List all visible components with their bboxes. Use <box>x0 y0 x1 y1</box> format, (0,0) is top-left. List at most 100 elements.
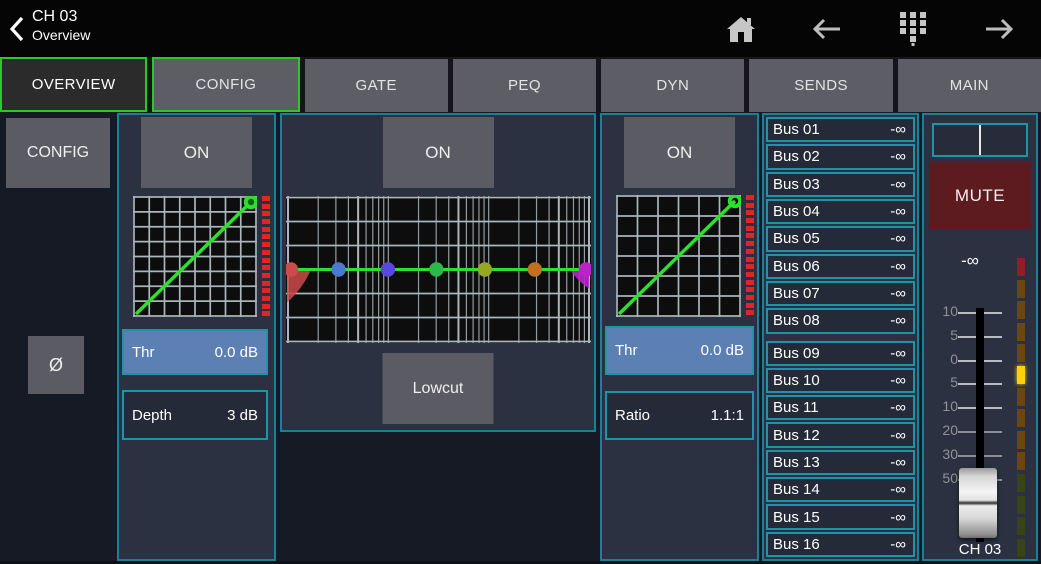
bus-name: Bus 02 <box>773 148 820 165</box>
fader-scale-label: 5 <box>927 374 958 390</box>
bus-row-12[interactable]: Bus 12 -∞ <box>766 422 915 447</box>
bus-row-3[interactable]: Bus 03-∞ <box>766 172 915 197</box>
bus-name: Bus 01 <box>773 121 820 138</box>
tab-overview[interactable]: OVERVIEW <box>0 57 147 112</box>
bus-level: -∞ <box>890 427 906 444</box>
bus-row-13[interactable]: Bus 13 -∞ <box>766 450 915 475</box>
keypad-button[interactable] <box>896 12 930 46</box>
bus-name: Bus 14 <box>773 481 820 498</box>
gate-reduction-meter <box>262 196 270 319</box>
peq-on-button[interactable]: ON <box>383 117 494 188</box>
home-icon <box>725 13 757 45</box>
pan-center-indicator <box>979 125 981 155</box>
config-button[interactable]: CONFIG <box>6 118 110 188</box>
main-panel: MUTE -∞ 1050510203050 CH 03 <box>922 113 1038 561</box>
dyn-panel[interactable]: ON Thr 0.0 dB Ratio 1.1:1 <box>600 113 759 561</box>
bus-level: -∞ <box>890 454 906 471</box>
tab-bar: OVERVIEWCONFIGGATEPEQDYNSENDSMAIN <box>0 57 1041 112</box>
lowcut-button[interactable]: Lowcut <box>383 353 494 424</box>
dyn-threshold-label: Thr <box>615 342 638 359</box>
peq-panel[interactable]: ON Lowcut <box>280 113 596 432</box>
home-button[interactable] <box>724 12 758 46</box>
tab-sends[interactable]: SENDS <box>749 59 892 112</box>
bus-name: Bus 12 <box>773 427 820 444</box>
dyn-threshold-value: 0.0 dB <box>701 342 744 359</box>
bus-row-2[interactable]: Bus 02 -∞ <box>766 144 915 169</box>
bus-row-15[interactable]: Bus 15 -∞ <box>766 504 915 529</box>
bus-row-16[interactable]: Bus 16-∞ <box>766 532 915 557</box>
bus-name: Bus 16 <box>773 536 820 553</box>
dyn-graph[interactable] <box>616 195 741 317</box>
bus-name: Bus 06 <box>773 258 820 275</box>
gate-threshold-label: Thr <box>132 344 155 361</box>
fader-scale-label: 0 <box>927 351 958 367</box>
sends-panel: Bus 01-∞Bus 02-∞Bus 03-∞Bus 04-∞Bus 05-∞… <box>762 113 919 561</box>
fader-scale-label: 30 <box>927 446 958 462</box>
bus-row-6[interactable]: Bus 06 -∞ <box>766 254 915 279</box>
bus-level: -∞ <box>890 258 906 275</box>
bus-name: Bus 15 <box>773 509 820 526</box>
nav-forward-button[interactable] <box>982 12 1016 46</box>
channel-title: CH 03 <box>32 7 90 27</box>
bus-name: Bus 08 <box>773 312 820 329</box>
bus-level: -∞ <box>890 345 906 362</box>
fader-scale-label: 20 <box>927 422 958 438</box>
bus-level: -∞ <box>890 372 906 389</box>
bus-row-8[interactable]: Bus 08 -∞ <box>766 308 915 333</box>
bus-level: -∞ <box>890 121 906 138</box>
bus-level: -∞ <box>890 230 906 247</box>
tab-dyn[interactable]: DYN <box>601 59 744 112</box>
nav-back-button[interactable] <box>810 12 844 46</box>
arrow-left-icon <box>811 17 843 41</box>
bus-row-10[interactable]: Bus 10-∞ <box>766 368 915 393</box>
mute-button[interactable]: MUTE <box>929 162 1031 229</box>
arrow-right-icon <box>983 17 1015 41</box>
fader-scale-label: 10 <box>927 303 958 319</box>
back-chevron-icon <box>9 16 25 42</box>
config-column: CONFIG Ø <box>0 112 116 561</box>
bus-row-1[interactable]: Bus 01 -∞ <box>766 117 915 142</box>
bus-row-7[interactable]: Bus 07-∞ <box>766 281 915 306</box>
tab-peq[interactable]: PEQ <box>453 59 596 112</box>
bus-row-4[interactable]: Bus 04-∞ <box>766 199 915 224</box>
channel-label: CH 03 <box>924 541 1036 558</box>
dyn-threshold-field[interactable]: Thr 0.0 dB <box>605 326 754 375</box>
dyn-on-button[interactable]: ON <box>624 117 735 188</box>
gate-depth-field[interactable]: Depth 3 dB <box>122 390 268 440</box>
bus-name: Bus 13 <box>773 454 820 471</box>
tab-main[interactable]: MAIN <box>898 59 1041 112</box>
phase-invert-button[interactable]: Ø <box>28 336 84 394</box>
fader-scale-label: 10 <box>927 398 958 414</box>
gate-threshold-value: 0.0 dB <box>215 344 258 361</box>
bus-level: -∞ <box>890 148 906 165</box>
bus-level: -∞ <box>890 399 906 416</box>
pan-slider[interactable] <box>932 123 1028 157</box>
dyn-ratio-value: 1.1:1 <box>711 407 744 424</box>
gate-graph[interactable] <box>133 196 257 317</box>
top-bar: CH 03 Overview <box>0 0 1041 57</box>
bus-row-9[interactable]: Bus 09 -∞ <box>766 341 915 366</box>
bus-level: -∞ <box>890 509 906 526</box>
bus-name: Bus 05 <box>773 230 820 247</box>
bus-row-14[interactable]: Bus 14 -∞ <box>766 477 915 502</box>
dyn-ratio-field[interactable]: Ratio 1.1:1 <box>605 391 754 440</box>
bus-level: -∞ <box>890 481 906 498</box>
peq-graph[interactable] <box>286 196 591 343</box>
tab-config[interactable]: CONFIG <box>152 57 299 112</box>
bus-level: -∞ <box>890 312 906 329</box>
bus-level: -∞ <box>890 203 906 220</box>
bus-row-11[interactable]: Bus 11-∞ <box>766 395 915 420</box>
fader-knob[interactable] <box>959 468 997 538</box>
mixer-overview-screen: CH 03 Overview <box>0 0 1041 564</box>
tab-gate[interactable]: GATE <box>305 59 448 112</box>
bus-name: Bus 09 <box>773 345 820 362</box>
gate-threshold-field[interactable]: Thr 0.0 dB <box>122 329 268 375</box>
gate-panel[interactable]: ON Thr 0.0 dB Depth 3 dB <box>117 113 276 561</box>
back-button[interactable] <box>4 10 30 48</box>
bus-name: Bus 07 <box>773 285 820 302</box>
bus-level: -∞ <box>890 176 906 193</box>
dyn-reduction-meter <box>746 195 754 318</box>
fader-scale-label: 5 <box>927 327 958 343</box>
gate-on-button[interactable]: ON <box>141 117 252 188</box>
bus-row-5[interactable]: Bus 05 -∞ <box>766 226 915 251</box>
